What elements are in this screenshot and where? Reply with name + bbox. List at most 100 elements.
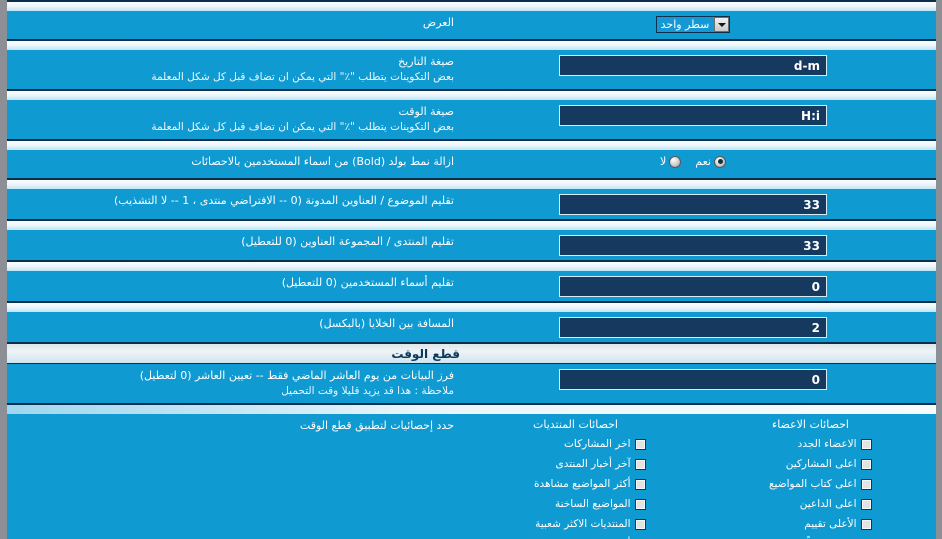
checkbox-icon[interactable] [634,518,646,530]
display-select[interactable]: سطر واحد [655,16,731,33]
chevron-down-icon[interactable] [714,17,730,32]
section-header-time-cutoff: قطع الوقت [7,342,936,365]
list-item-label: الأعلى تقييم [804,518,857,531]
list-item[interactable]: المواضيع الساخنة [506,494,646,514]
list-item[interactable]: أكثر المواضيع مشاهدة [506,474,646,494]
divider-2 [7,89,936,101]
display-label-cell: العرض [7,15,458,31]
date-format-input[interactable]: d-m [559,55,827,76]
settings-page-frame: سطر واحد العرض d-m صيغة التاريخ بعض التك… [0,0,942,539]
setting-row-date-format: d-m صيغة التاريخ بعض التكوينات يتطلب "٪"… [7,50,936,89]
trim-thread-control-cell: 33 [458,193,928,216]
trim-thread-label-cell: تقليم الموضوع / العناوين المدونة (0 -- ا… [7,193,458,209]
display-select-value: سطر واحد [660,18,710,31]
setting-row-trim-forum-group-titles: 33 تقليم المنتدى / المجموعة العناوين (0 … [7,230,936,260]
cutoff-days-label-cell: فرز البيانات من يوم العاشر الماضي فقط --… [7,368,458,399]
checkbox-icon[interactable] [634,498,646,510]
list-item[interactable]: اعلى كتاب المواضيع [750,474,872,494]
cutoff-days-label: فرز البيانات من يوم العاشر الماضي فقط --… [139,369,454,383]
checkbox-icon[interactable] [860,458,872,470]
remove-bold-radio-group[interactable]: نعم لا [660,155,726,168]
checkbox-icon[interactable] [860,498,872,510]
date-format-label: صيغة التاريخ [398,55,454,68]
list-item[interactable]: الاعضاء الجدد [750,434,872,454]
display-control-cell: سطر واحد [458,15,928,33]
cell-spacing-label-cell: المسافة بين الخلايا (بالبكسل) [7,316,458,332]
date-format-hint: بعض التكوينات يتطلب "٪" التي يمكن ان تضا… [151,70,454,83]
list-item-label: الاعضاء الجدد [797,438,857,451]
divider-3 [7,139,936,151]
checkbox-icon[interactable] [860,438,872,450]
checkbox-icon[interactable] [860,478,872,490]
stats-selection-area: احصائات الاعضاء الاعضاء الجدد اعلى المشا… [7,414,936,539]
divider-1 [7,39,936,50]
trim-usernames-control-cell: 0 [458,275,928,298]
setting-row-remove-bold: نعم لا ازالة نمط بولد (Bold) من اسماء ال… [7,150,936,178]
stats-columns: احصائات الاعضاء الاعضاء الجدد اعلى المشا… [458,418,928,539]
setting-row-trim-thread-blog-titles: 33 تقليم الموضوع / العناوين المدونة (0 -… [7,189,936,219]
cutoff-days-hint: ملاحظة : هذا قد يزيد قليلا وقت التحميل [281,385,454,398]
cutoff-days-input[interactable]: 0 [559,369,827,391]
time-format-label: صيغة الوقت [398,105,454,119]
trim-usernames-input[interactable]: 0 [559,276,827,298]
time-format-input[interactable]: H:i [559,105,827,127]
checkbox-icon[interactable] [634,438,646,450]
stats-selection-label: حدد إحصائيات لتطبيق قطع الوقت [299,419,454,433]
list-item-label: المنتديات الاكثر شعبية [535,518,631,531]
list-item[interactable]: المنتديات الاكثر شعبية [506,514,646,534]
setting-row-display: سطر واحد العرض [7,11,936,39]
remove-bold-option-yes-label: نعم [695,155,711,169]
settings-scroll-area[interactable]: سطر واحد العرض d-m صيغة التاريخ بعض التك… [7,0,936,539]
forum-stats-header: احصائات المنتديات [533,418,618,432]
list-item-label: اعلى المشاركين [785,458,857,471]
cell-spacing-input[interactable]: 2 [559,317,827,339]
list-item-label: اعلى كتاب المواضيع [768,478,857,491]
setting-row-trim-usernames: 0 تقليم أسماء المستخدمين (0 للتعطيل) [7,271,936,301]
list-item[interactable]: الاكثر شكراً [750,534,872,539]
trim-thread-blog-titles-label: تقليم الموضوع / العناوين المدونة (0 -- ا… [114,194,454,208]
section-header-title: قطع الوقت [391,346,460,361]
time-format-label-cell: صيغة الوقت بعض التكوينات يتطلب "٪" التي … [7,104,458,135]
divider-4 [7,178,936,190]
cell-spacing-control-cell: 2 [458,316,928,339]
list-item-label: المواضيع الساخنة [554,498,631,511]
list-item[interactable]: اخر المشاركات [506,434,646,454]
date-format-control-cell: d-m [458,54,928,76]
cutoff-days-control-cell: 0 [458,368,928,391]
trim-usernames-label: تقليم أسماء المستخدمين (0 للتعطيل) [281,276,454,290]
divider-5 [7,219,936,231]
remove-bold-option-no[interactable]: لا [660,155,682,169]
divider-7 [7,301,936,313]
setting-row-cutoff-days: 0 فرز البيانات من يوم العاشر الماضي فقط … [7,364,936,403]
time-format-control-cell: H:i [458,104,928,127]
trim-forum-label-cell: تقليم المنتدى / المجموعة العناوين (0 للت… [7,234,458,250]
setting-row-time-format: H:i صيغة الوقت بعض التكوينات يتطلب "٪" ا… [7,100,936,139]
display-label: العرض [422,16,454,29]
list-item[interactable]: الأعلى تقييم [750,514,872,534]
remove-bold-label-cell: ازالة نمط بولد (Bold) من اسماء المستخدمي… [7,154,458,170]
trim-forum-control-cell: 33 [458,234,928,257]
remove-bold-option-yes[interactable]: نعم [695,155,726,168]
list-item-label: اخر المشاركات [564,438,631,451]
divider-8 [7,403,936,415]
trim-forum-group-titles-input[interactable]: 33 [559,235,827,257]
remove-bold-option-no-label: لا [660,155,667,169]
trim-thread-blog-titles-input[interactable]: 33 [559,194,827,216]
remove-bold-label: ازالة نمط بولد (Bold) من اسماء المستخدمي… [191,155,454,169]
radio-selected-icon[interactable] [714,155,726,168]
trim-forum-group-titles-label: تقليم المنتدى / المجموعة العناوين (0 للت… [241,235,454,249]
cell-spacing-label: المسافة بين الخلايا (بالبكسل) [319,317,454,331]
checkbox-icon[interactable] [634,478,646,490]
divider-top [7,0,936,11]
trim-usernames-label-cell: تقليم أسماء المستخدمين (0 للتعطيل) [7,275,458,291]
list-item[interactable]: اعلى الداعين [750,494,872,514]
stats-column-forum: احصائات المنتديات اخر المشاركات آخر أخبا… [458,418,693,539]
setting-row-cell-spacing: 2 المسافة بين الخلايا (بالبكسل) [7,312,936,342]
radio-unselected-icon[interactable] [669,155,682,168]
checkbox-icon[interactable] [860,518,872,530]
list-item[interactable]: اعلى المشاركين [750,454,872,474]
list-item[interactable]: آخر أخبار المنتدى [506,454,646,474]
checkbox-icon[interactable] [634,458,646,470]
list-item-label: آخر أخبار المنتدى [555,458,631,471]
list-item[interactable]: أحدث الإعلانات المبوبة [506,534,646,539]
